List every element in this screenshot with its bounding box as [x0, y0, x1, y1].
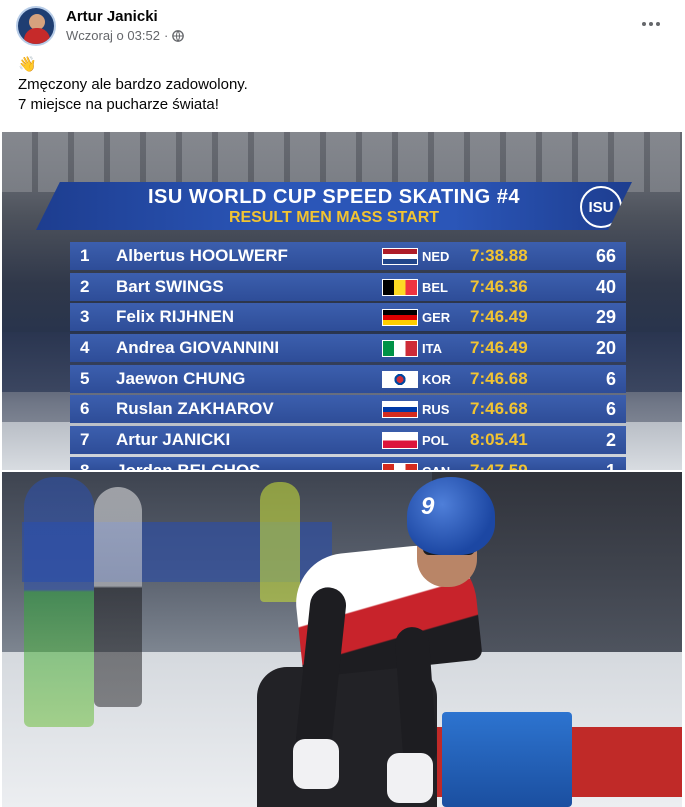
result-athlete: Felix RIJHNEN — [116, 307, 235, 327]
helmet-number: 9 — [421, 493, 435, 520]
result-points: 6 — [605, 399, 616, 420]
globe-icon[interactable] — [172, 29, 185, 42]
result-points: 20 — [595, 338, 616, 359]
background-skater-white — [94, 487, 142, 707]
result-nation: RUS — [422, 402, 450, 418]
skater-photo[interactable]: 9 — [2, 472, 682, 807]
result-athlete: Jordan BELCHOS — [116, 461, 261, 470]
result-nation: ITA — [422, 341, 442, 357]
result-row: 4 Andrea GIOVANNINI ITA 7:46.49 20 — [70, 334, 626, 363]
isu-logo: ISU — [580, 186, 622, 228]
result-nation: KOR — [422, 371, 451, 387]
skater-left-glove — [293, 739, 339, 789]
post-line-2: 7 miejsce na pucharze świata! — [18, 96, 219, 113]
facebook-post: Artur Janicki Wczoraj o 03:52 · 👋 Zmęczo… — [0, 0, 685, 807]
country-flag-icon — [382, 401, 418, 419]
waving-hand-emoji: 👋 — [18, 56, 37, 73]
result-athlete: Bart SWINGS — [116, 276, 224, 296]
result-points: 2 — [605, 430, 616, 451]
result-row: 5 Jaewon CHUNG KOR 7:46.68 6 — [70, 364, 626, 393]
result-rank: 5 — [80, 368, 90, 388]
result-athlete: Artur JANICKI — [116, 430, 231, 450]
country-flag-icon — [382, 370, 418, 388]
result-rank: 3 — [80, 307, 90, 327]
post-header: Artur Janicki Wczoraj o 03:52 · — [16, 6, 669, 46]
result-row: 8 Jordan BELCHOS CAN 7:47.59 1 — [70, 456, 626, 470]
result-time: 7:46.68 — [470, 368, 528, 388]
result-athlete: Ruslan ZAKHAROV — [116, 399, 274, 419]
result-nation: BEL — [422, 279, 448, 295]
result-time: 7:46.68 — [470, 399, 528, 419]
results-rows: 1 Albertus HOOLWERF NED 7:38.88 66 2 Bart SWIN… — [70, 242, 626, 470]
result-points: 1 — [576, 461, 616, 470]
result-row: 3 Felix RIJHNEN GER 7:46.49 29 — [70, 303, 626, 332]
more-dots-icon[interactable] — [637, 14, 665, 34]
result-nation: CAN — [422, 464, 450, 470]
country-flag-icon — [382, 309, 418, 327]
skater-right-glove — [387, 753, 433, 803]
board-title-banner: ISU WORLD CUP SPEED SKATING #4 RESULT ME… — [36, 182, 632, 230]
result-points: 66 — [595, 246, 616, 266]
result-rank: 6 — [80, 399, 90, 419]
result-row: 6 Ruslan ZAKHAROV RUS 7:46.68 6 — [70, 395, 626, 424]
result-rank: 1 — [80, 246, 90, 265]
scoreboard-photo[interactable]: ISU WORLD CUP SPEED SKATING #4 RESULT ME… — [2, 132, 682, 470]
result-rank: 8 — [80, 461, 89, 470]
meta-separator: · — [163, 28, 169, 43]
result-time: 7:46.49 — [470, 307, 528, 327]
result-athlete: Jaewon CHUNG — [116, 368, 246, 388]
country-flag-icon — [382, 432, 418, 450]
result-time: 7:46.49 — [470, 338, 528, 358]
result-row: 2 Bart SWINGS BEL 7:46.36 40 — [70, 272, 626, 301]
post-meta: Wczoraj o 03:52 · — [66, 28, 185, 43]
result-athlete: Andrea GIOVANNINI — [116, 338, 280, 358]
post-text: 👋 Zmęczony ale bardzo zadowolony. 7 miej… — [18, 55, 658, 115]
result-row: 7 Artur JANICKI POL 8:05.41 2 — [70, 426, 626, 455]
results-board: ISU WORLD CUP SPEED SKATING #4 RESULT ME… — [36, 182, 664, 470]
result-time: 8:05.41 — [470, 430, 528, 450]
result-points: 40 — [595, 276, 616, 297]
result-time: 7:38.88 — [470, 246, 528, 265]
result-nation: NED — [422, 249, 450, 264]
author-name[interactable]: Artur Janicki — [66, 8, 158, 25]
result-time: 7:46.36 — [470, 276, 528, 296]
background-skater-green — [24, 477, 94, 727]
result-rank: 7 — [80, 430, 90, 450]
post-timestamp[interactable]: Wczoraj o 03:52 — [66, 28, 160, 43]
result-rank: 2 — [80, 276, 90, 296]
result-nation: POL — [422, 433, 449, 449]
board-title: ISU WORLD CUP SPEED SKATING #4 — [147, 186, 521, 208]
result-time: 7:47.59 — [470, 461, 528, 470]
result-athlete: Albertus HOOLWERF — [116, 246, 288, 265]
result-row: 1 Albertus HOOLWERF NED 7:38.88 66 — [70, 242, 626, 270]
country-flag-icon — [382, 248, 418, 265]
result-points: 29 — [595, 307, 616, 328]
post-line-1: Zmęczony ale bardzo zadowolony. — [18, 76, 248, 93]
board-subtitle: RESULT MEN MASS START — [228, 209, 440, 226]
avatar-body — [24, 28, 50, 44]
result-nation: GER — [422, 310, 451, 326]
author-avatar[interactable] — [16, 6, 56, 46]
country-flag-icon — [382, 278, 418, 296]
country-flag-icon — [382, 462, 418, 470]
country-flag-icon — [382, 340, 418, 358]
result-points: 6 — [605, 368, 616, 389]
result-rank: 4 — [80, 338, 90, 358]
skater-figure: 9 — [257, 477, 497, 807]
